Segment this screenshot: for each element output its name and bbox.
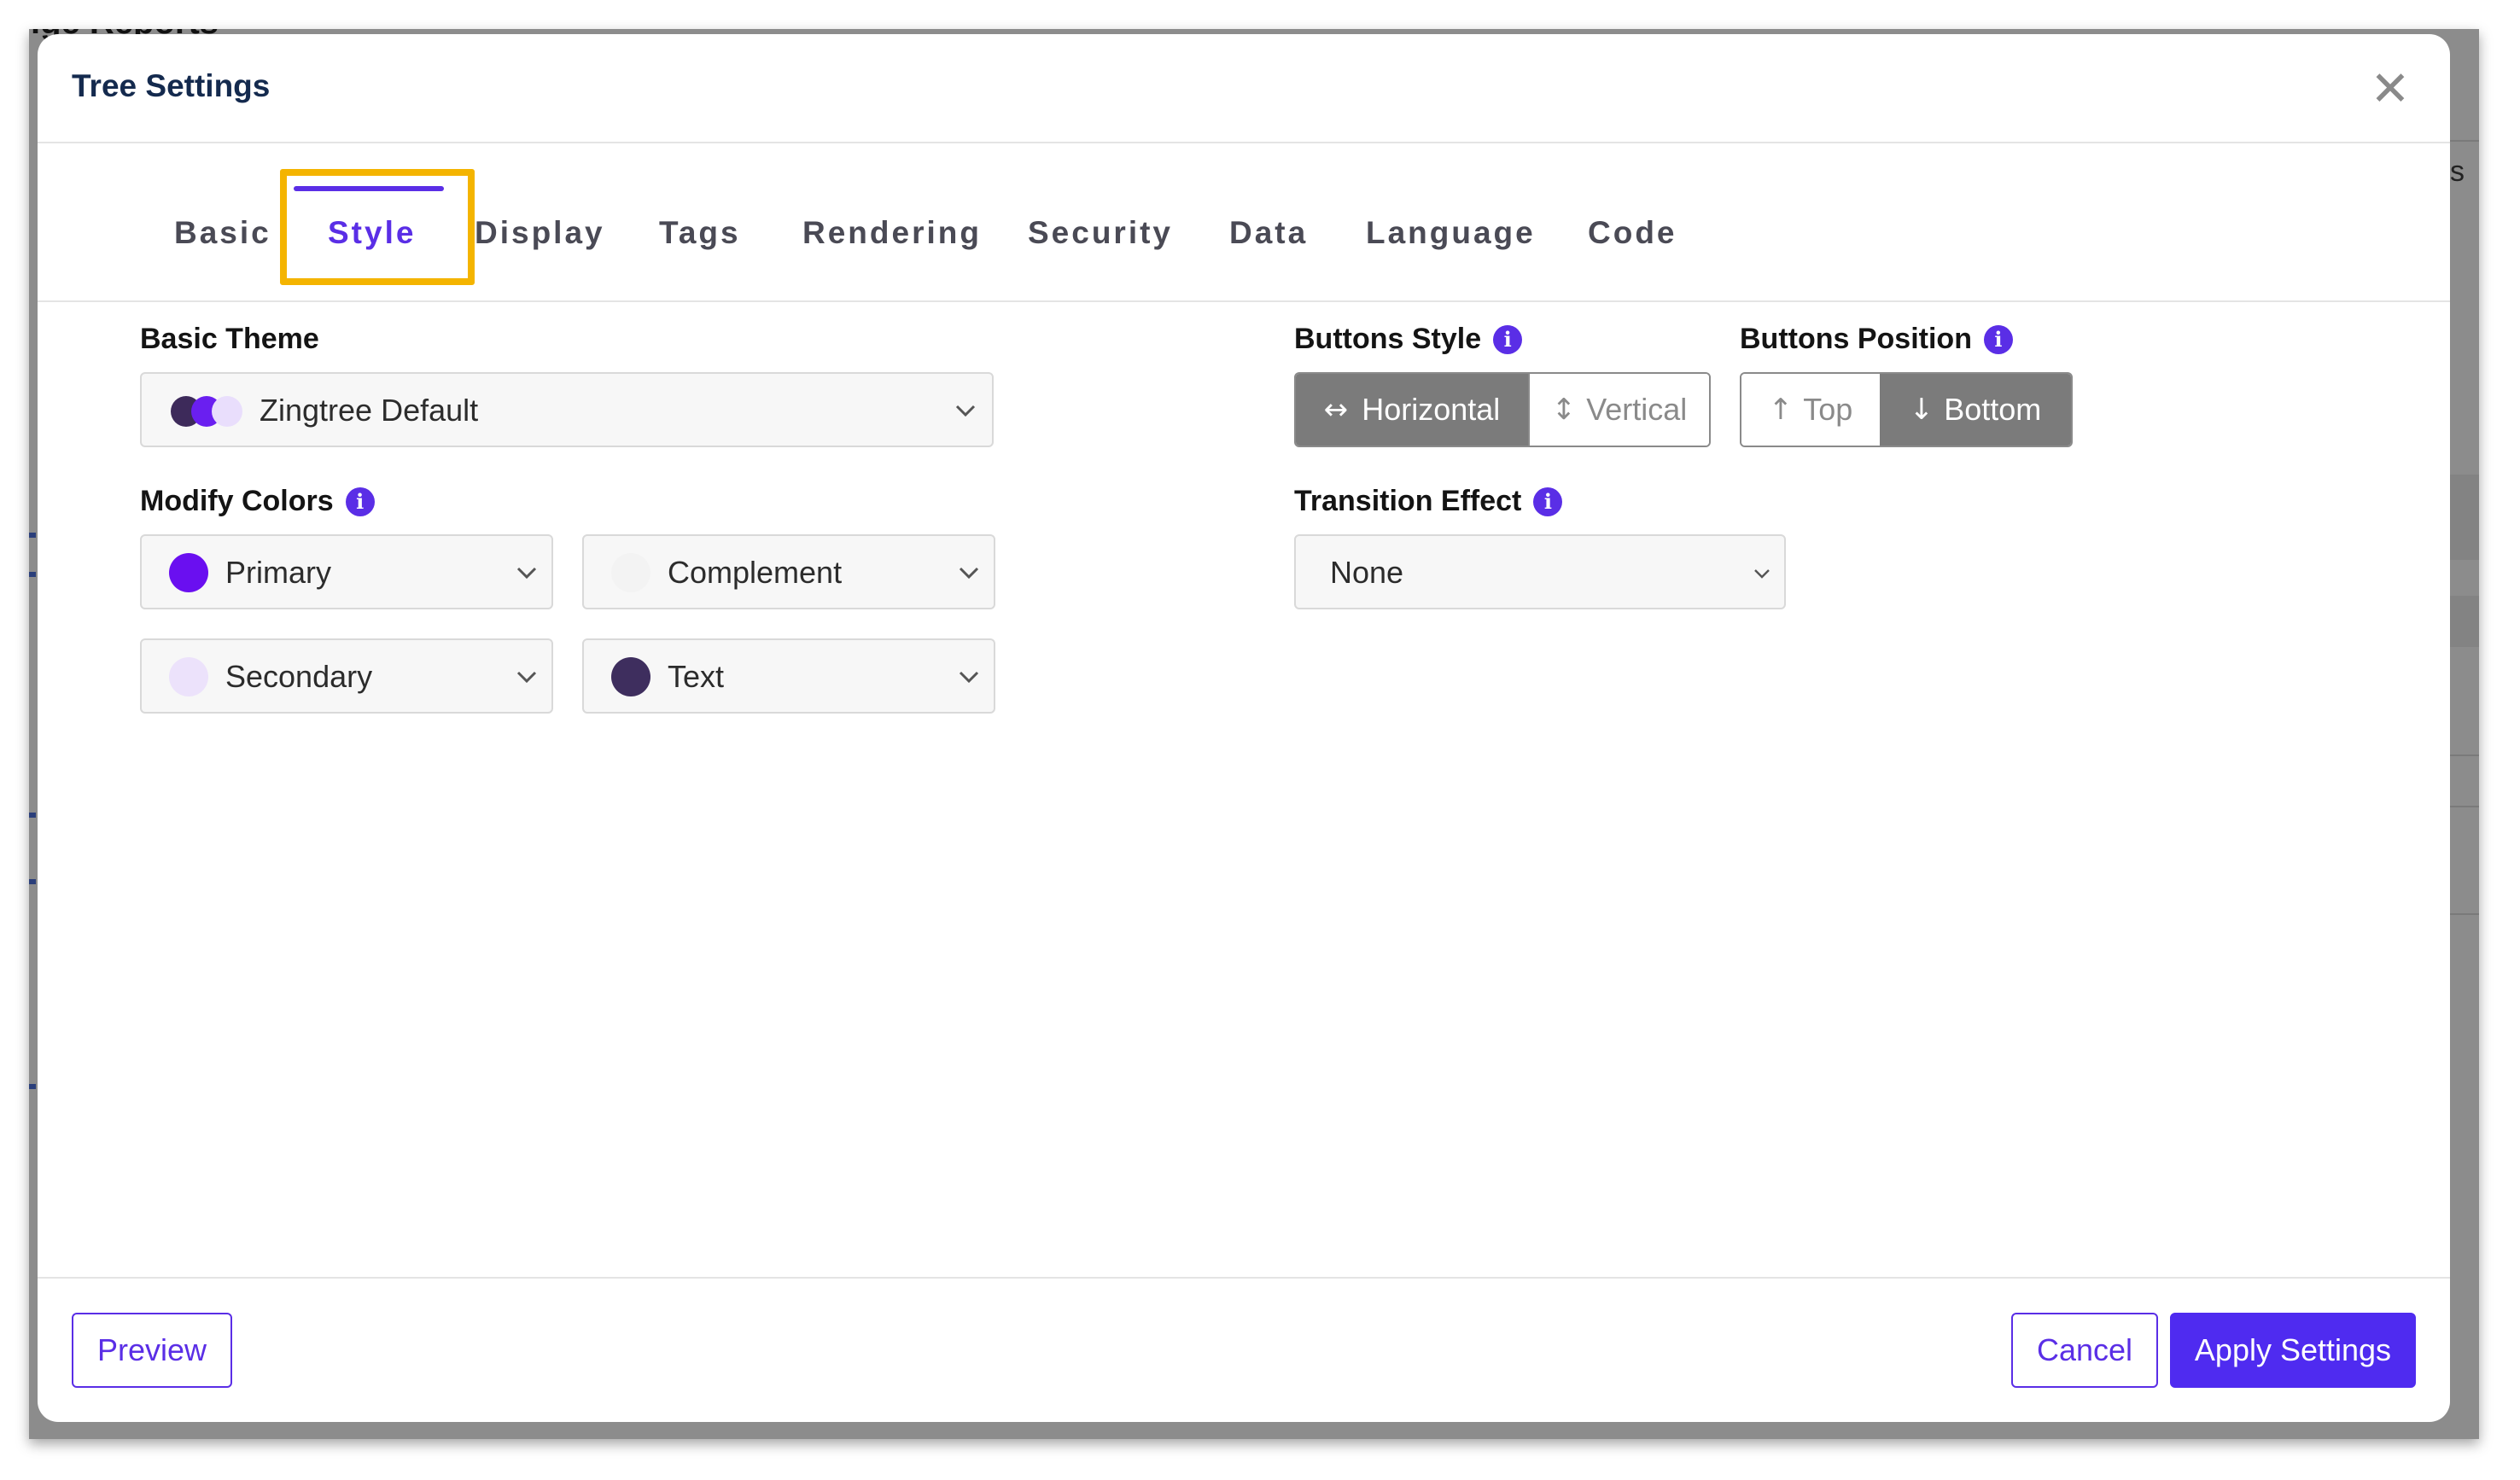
horizontal-option-button[interactable]: ↔ Horizontal — [1296, 374, 1528, 446]
basic-theme-value: Zingtree Default — [260, 393, 479, 428]
vertical-option-button[interactable]: ↕ Vertical — [1528, 374, 1709, 446]
apply-settings-button[interactable]: Apply Settings — [2170, 1313, 2416, 1388]
chevron-down-icon — [959, 567, 979, 580]
chevron-down-icon — [516, 567, 537, 580]
horizontal-arrows-icon: ↔ — [1323, 393, 1349, 427]
tab-rendering[interactable]: Rendering — [802, 215, 982, 251]
modal-footer: Preview Cancel Apply Settings — [38, 1277, 2450, 1422]
tab-language[interactable]: Language — [1366, 215, 1536, 251]
color-select-label: Complement — [668, 555, 843, 590]
info-icon[interactable]: i — [345, 487, 375, 516]
tab-data[interactable]: Data — [1229, 215, 1308, 251]
info-icon[interactable]: i — [1493, 325, 1523, 354]
close-icon[interactable]: ✕ — [2366, 65, 2414, 113]
modal-title: Tree Settings — [72, 68, 271, 103]
tab-tags[interactable]: Tags — [659, 215, 741, 251]
buttons-position-label: Buttons Position i — [1740, 323, 2013, 356]
arrow-down-icon: ↓ — [1909, 393, 1934, 427]
settings-tabs: Basic Style Display Tags Rendering Secur… — [38, 143, 2450, 302]
transition-effect-select[interactable]: None — [1294, 534, 1786, 609]
vertical-arrows-icon: ↕ — [1551, 393, 1577, 427]
background-text-fragment: s — [2450, 155, 2465, 188]
buttons-style-label: Buttons Style i — [1294, 323, 1523, 356]
preview-button[interactable]: Preview — [72, 1313, 232, 1388]
basic-theme-select[interactable]: Zingtree Default — [140, 372, 994, 447]
complement-color-swatch — [611, 553, 650, 592]
chevron-down-icon — [516, 671, 537, 684]
primary-color-swatch — [169, 553, 208, 592]
modal-header: Tree Settings ✕ — [38, 34, 2450, 143]
buttons-position-toggle: ↑ Top ↓ Bottom — [1740, 372, 2073, 447]
active-tab-indicator — [294, 186, 444, 191]
text-color-swatch — [611, 657, 650, 696]
chevron-down-icon — [959, 671, 979, 684]
tab-code[interactable]: Code — [1588, 215, 1677, 251]
buttons-style-toggle: ↔ Horizontal ↕ Vertical — [1294, 372, 1711, 447]
top-option-button[interactable]: ↑ Top — [1741, 374, 1880, 446]
chevron-down-icon — [955, 405, 976, 417]
arrow-up-icon: ↑ — [1768, 393, 1794, 427]
color-select-label: Text — [668, 659, 725, 694]
color-select-label: Primary — [225, 555, 331, 590]
color-select-label: Secondary — [225, 659, 373, 694]
color-select-primary[interactable]: Primary — [140, 534, 553, 609]
bottom-option-button[interactable]: ↓ Bottom — [1880, 374, 2071, 446]
transition-effect-value: None — [1330, 555, 1404, 590]
tree-settings-modal: Tree Settings ✕ Basic Style Display Tags… — [38, 34, 2450, 1422]
cancel-button[interactable]: Cancel — [2011, 1313, 2158, 1388]
tab-display[interactable]: Display — [475, 215, 605, 251]
info-icon[interactable]: i — [1983, 325, 2013, 354]
basic-theme-label: Basic Theme — [140, 323, 319, 355]
color-select-complement[interactable]: Complement — [582, 534, 995, 609]
transition-effect-label: Transition Effect i — [1294, 485, 1563, 518]
chevron-down-icon — [1754, 569, 1770, 579]
color-select-secondary[interactable]: Secondary — [140, 638, 553, 714]
tab-style[interactable]: Style — [328, 215, 416, 251]
info-icon[interactable]: i — [1533, 487, 1563, 516]
color-select-text[interactable]: Text — [582, 638, 995, 714]
modify-colors-label: Modify Colors i — [140, 485, 375, 518]
secondary-color-swatch — [169, 657, 208, 696]
tab-security[interactable]: Security — [1028, 215, 1173, 251]
tab-basic[interactable]: Basic — [174, 215, 271, 251]
theme-swatch-icon — [171, 396, 248, 427]
